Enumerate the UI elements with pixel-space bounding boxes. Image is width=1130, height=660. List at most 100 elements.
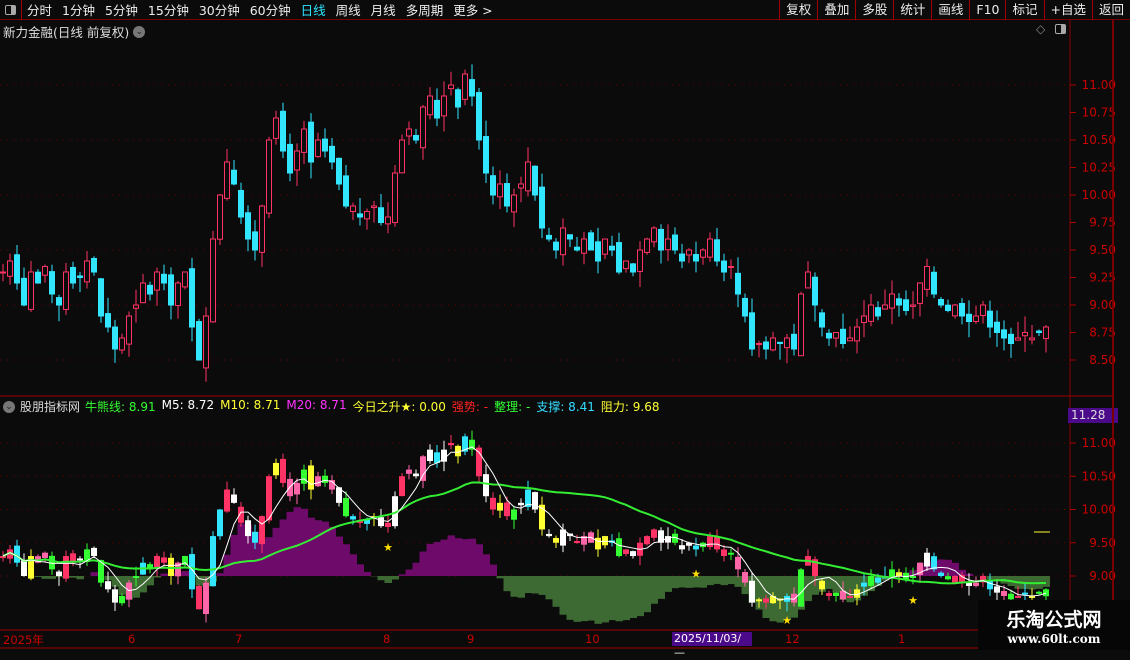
indicator-candle-body xyxy=(154,556,160,567)
candle-body xyxy=(519,184,524,188)
candle-body xyxy=(568,235,573,239)
candle-body xyxy=(442,96,447,116)
candle-body xyxy=(386,217,391,224)
oscillator-bar xyxy=(644,576,652,612)
indicator-value: 阻力: 9.68 xyxy=(601,398,660,415)
watermark-url: www.60lt.com xyxy=(978,632,1130,646)
indicator-candle-body xyxy=(826,593,832,596)
kline-chart[interactable]: 11.0010.7510.5010.2510.009.759.509.259.0… xyxy=(0,0,1130,650)
candle-body xyxy=(407,129,412,136)
oscillator-bar xyxy=(630,576,638,618)
candle-body xyxy=(834,333,839,339)
candle-body xyxy=(890,294,895,308)
oscillator-bar xyxy=(420,552,428,577)
candle-body xyxy=(939,300,944,305)
candle-body xyxy=(554,242,559,250)
candle-body xyxy=(764,342,769,349)
candle-body xyxy=(470,80,475,96)
diamond-icon[interactable]: ◇ xyxy=(1036,22,1045,36)
oscillator-bar xyxy=(532,576,540,594)
y-axis-label: 10.75 xyxy=(1082,106,1116,120)
indicator-candle-body xyxy=(196,586,202,609)
oscillator-bar xyxy=(476,544,484,576)
candle-body xyxy=(1037,331,1042,332)
oscillator-bar xyxy=(560,576,568,615)
candle-body xyxy=(820,313,825,327)
indicator-candle-body xyxy=(553,538,559,543)
candle-body xyxy=(134,305,139,308)
indicator-candle-body xyxy=(245,520,251,536)
y-axis-label: 10.25 xyxy=(1082,161,1116,175)
indicator-candle-body xyxy=(938,573,944,576)
star-signal-icon: ★ xyxy=(782,614,792,627)
candle-body xyxy=(736,273,741,294)
candle-body xyxy=(64,272,69,309)
panel-toggle-icon[interactable] xyxy=(1055,24,1066,34)
candle-body xyxy=(624,261,629,269)
indicator-candle-body xyxy=(252,532,258,543)
candle-body xyxy=(463,74,468,99)
indicator-candle-body xyxy=(168,558,174,576)
indicator-candle-body xyxy=(280,459,286,483)
indicator-candle-body xyxy=(427,450,433,461)
star-signal-icon: ★ xyxy=(383,541,393,554)
candle-body xyxy=(169,275,174,305)
oscillator-bar xyxy=(679,576,687,587)
indicator-name[interactable]: 股朋指标网 xyxy=(20,398,80,415)
oscillator-bar xyxy=(497,576,505,578)
indicator-candle-body xyxy=(595,538,601,550)
oscillator-bar xyxy=(525,576,533,593)
candle-body xyxy=(743,298,748,316)
indicator-candle-body xyxy=(1015,596,1021,598)
chevron-down-icon[interactable]: ⌄ xyxy=(3,401,15,413)
oscillator-bar xyxy=(294,507,302,576)
candle-body xyxy=(78,276,83,278)
candle-body xyxy=(211,239,216,322)
indicator-candle-body xyxy=(497,503,503,511)
candle-body xyxy=(449,85,454,89)
candle-body xyxy=(827,333,832,338)
candle-body xyxy=(904,300,909,311)
x-axis-label: 2025年 xyxy=(3,632,44,648)
candle-body xyxy=(344,176,349,206)
indicator-value: 整理: - xyxy=(494,398,530,415)
oscillator-bar xyxy=(427,544,435,576)
candle-body xyxy=(701,250,706,257)
oscillator-bar xyxy=(455,538,463,576)
oscillator-bar xyxy=(588,576,596,621)
indicator-candle-body xyxy=(1008,594,1014,600)
candle-body xyxy=(582,239,587,253)
indicator-candle-body xyxy=(707,536,713,547)
indicator-candle-body xyxy=(266,476,272,520)
candle-body xyxy=(848,338,853,341)
oscillator-bar xyxy=(441,540,449,576)
x-axis-label: 6 xyxy=(128,632,135,646)
oscillator-bar xyxy=(385,576,393,583)
candle-body xyxy=(456,90,461,107)
oscillator-bar xyxy=(658,576,666,599)
oscillator-bar xyxy=(336,537,344,576)
indicator-candle-body xyxy=(861,583,867,587)
x-axis-label: 10 xyxy=(585,632,600,646)
indicator-candle-body xyxy=(560,529,566,545)
oscillator-bar xyxy=(546,576,554,599)
candle-body xyxy=(71,267,76,283)
star-signal-icon: ★ xyxy=(908,594,918,607)
candle-body xyxy=(393,173,398,223)
oscillator-bar xyxy=(574,576,582,622)
indicator-candle-body xyxy=(994,586,1000,592)
indicator-candle-body xyxy=(602,536,608,545)
chevron-down-icon[interactable]: ⌄ xyxy=(133,26,145,38)
indicator-candle-body xyxy=(833,593,839,596)
indicator-candle-body xyxy=(224,490,230,512)
candle-body xyxy=(239,190,244,217)
candle-body xyxy=(925,267,930,290)
candle-body xyxy=(246,213,251,239)
oscillator-bar xyxy=(364,572,372,576)
oscillator-bar xyxy=(672,576,680,588)
y-axis-label: 10.00 xyxy=(1082,188,1116,202)
oscillator-bar xyxy=(735,576,743,587)
candle-body xyxy=(680,254,685,261)
candle-body xyxy=(414,136,419,140)
candle-body xyxy=(50,272,55,294)
